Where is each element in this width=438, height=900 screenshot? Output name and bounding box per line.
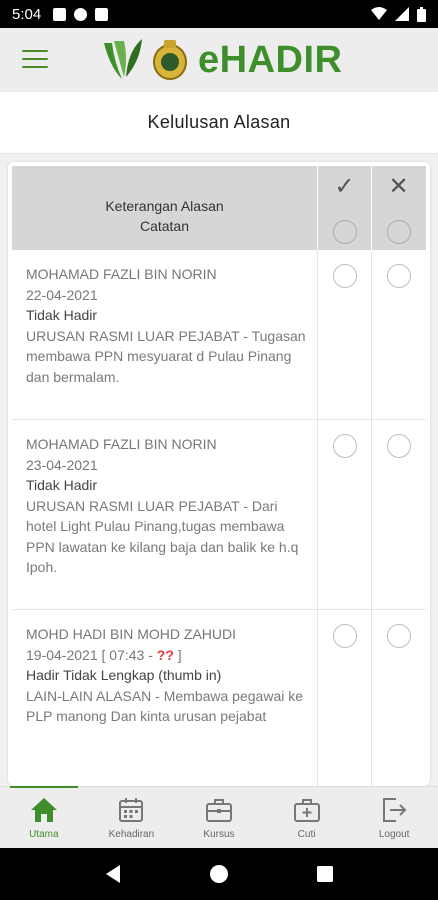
leaf-logo-icon: [104, 39, 142, 79]
employee-name: MOHAMAD FAZLI BIN NORIN: [26, 436, 217, 452]
nav-label: Logout: [378, 829, 410, 840]
row-date-start: 19-04-2021 [ 07:43 -: [26, 646, 157, 663]
checkmark-icon: ✓: [334, 173, 355, 200]
attendance-status: Tidak Hadir: [26, 307, 98, 323]
hamburger-menu-icon[interactable]: [22, 50, 48, 70]
nav-item-cuti[interactable]: Cuti: [263, 787, 351, 848]
home-icon: [29, 795, 59, 825]
table-header: Keterangan Alasan Catatan ✓ ✕: [12, 166, 426, 250]
logout-icon: [379, 795, 409, 825]
row-reject-cell: [371, 610, 425, 786]
app-notification-icon: [74, 7, 88, 21]
nav-item-logout[interactable]: Logout: [350, 787, 438, 848]
nav-label: Utama: [29, 829, 59, 840]
table-row: MOHAMAD FAZLI BIN NORIN 22-04-2021 Tidak…: [12, 250, 426, 420]
row-approve-cell: [317, 610, 371, 786]
reject-radio[interactable]: [386, 264, 411, 288]
bottom-navigation: Utama Kehadiran Kursus Cuti Logout: [0, 786, 438, 848]
home-button-icon[interactable]: [209, 864, 229, 884]
signal-icon: [395, 7, 409, 21]
back-icon[interactable]: [104, 864, 122, 884]
nav-item-utama[interactable]: Utama: [0, 786, 88, 848]
table-row: MOHAMAD FAZLI BIN NORIN 23-04-2021 Tidak…: [12, 420, 426, 610]
page-title: Kelulusan Alasan: [147, 112, 291, 132]
row-description: MOHD HADI BIN MOHD ZAHUDI 19-04-2021 [ 0…: [12, 610, 317, 786]
state-crest-icon: [153, 40, 187, 80]
app-logo-text: eHADIR: [198, 38, 343, 81]
battery-icon: [417, 6, 426, 22]
reject-radio[interactable]: [386, 434, 411, 458]
wifi-icon: [371, 7, 387, 20]
row-reject-cell: [371, 420, 425, 609]
approve-radio[interactable]: [332, 434, 357, 458]
calendar-icon: [116, 795, 146, 825]
reason-text: URUSAN RASMI LUAR PEJABAT - Dari hotel L…: [26, 497, 299, 576]
app-logo: eHADIR: [100, 34, 342, 86]
approval-table-card: Keterangan Alasan Catatan ✓ ✕ MOHAMAD FA…: [8, 162, 430, 786]
row-approve-cell: [317, 250, 371, 419]
table-rows: MOHAMAD FAZLI BIN NORIN 22-04-2021 Tidak…: [12, 250, 426, 786]
app-header: eHADIR: [0, 28, 438, 92]
row-approve-cell: [317, 420, 371, 609]
row-date: 22-04-2021: [26, 286, 98, 303]
table-row: MOHD HADI BIN MOHD ZAHUDI 19-04-2021 [ 0…: [12, 610, 426, 786]
nav-label: Cuti: [297, 829, 316, 840]
reason-text: URUSAN RASMI LUAR PEJABAT - Tugasan memb…: [26, 327, 306, 385]
recent-apps-icon[interactable]: [316, 865, 334, 883]
status-time: 5:04: [12, 5, 42, 23]
page-title-bar: Kelulusan Alasan: [0, 92, 438, 154]
reject-all-radio[interactable]: [386, 220, 411, 244]
reason-text: LAIN-LAIN ALASAN - Membawa pegawai ke PL…: [26, 687, 304, 725]
nav-label: Kursus: [203, 829, 235, 840]
header-description-line1: Keterangan Alasan: [105, 198, 224, 214]
approve-radio[interactable]: [332, 624, 357, 648]
approve-all-radio[interactable]: [332, 220, 357, 244]
system-navigation-bar: [0, 848, 438, 900]
header-description: Keterangan Alasan Catatan: [12, 166, 317, 250]
row-reject-cell: [371, 250, 425, 419]
briefcase-icon: [204, 795, 234, 825]
header-reject-column: ✕: [371, 166, 425, 250]
notification-icons: [53, 7, 109, 21]
row-date-end: ]: [173, 646, 182, 663]
medical-bag-icon: [292, 795, 322, 825]
row-date: 23-04-2021: [26, 456, 98, 473]
attendance-status: Tidak Hadir: [26, 477, 98, 493]
missing-time-flag: ??: [156, 646, 174, 663]
row-date: 19-04-2021 [ 07:43 - ?? ]: [26, 645, 307, 666]
notification-icon: [53, 7, 67, 21]
attendance-status: Hadir Tidak Lengkap (thumb in): [26, 667, 222, 683]
sd-card-icon: [95, 7, 109, 21]
header-approve-column: ✓: [317, 166, 371, 250]
close-icon: ✕: [388, 173, 409, 200]
nav-item-kehadiran[interactable]: Kehadiran: [88, 787, 176, 848]
reject-radio[interactable]: [386, 624, 411, 648]
employee-name: MOHD HADI BIN MOHD ZAHUDI: [26, 626, 236, 642]
approve-radio[interactable]: [332, 264, 357, 288]
row-description: MOHAMAD FAZLI BIN NORIN 22-04-2021 Tidak…: [12, 250, 317, 419]
row-description: MOHAMAD FAZLI BIN NORIN 23-04-2021 Tidak…: [12, 420, 317, 609]
header-description-line2: Catatan: [139, 218, 190, 234]
nav-label: Kehadiran: [108, 829, 155, 840]
nav-item-kursus[interactable]: Kursus: [175, 787, 263, 848]
employee-name: MOHAMAD FAZLI BIN NORIN: [26, 266, 217, 282]
status-bar: 5:04: [0, 0, 438, 28]
